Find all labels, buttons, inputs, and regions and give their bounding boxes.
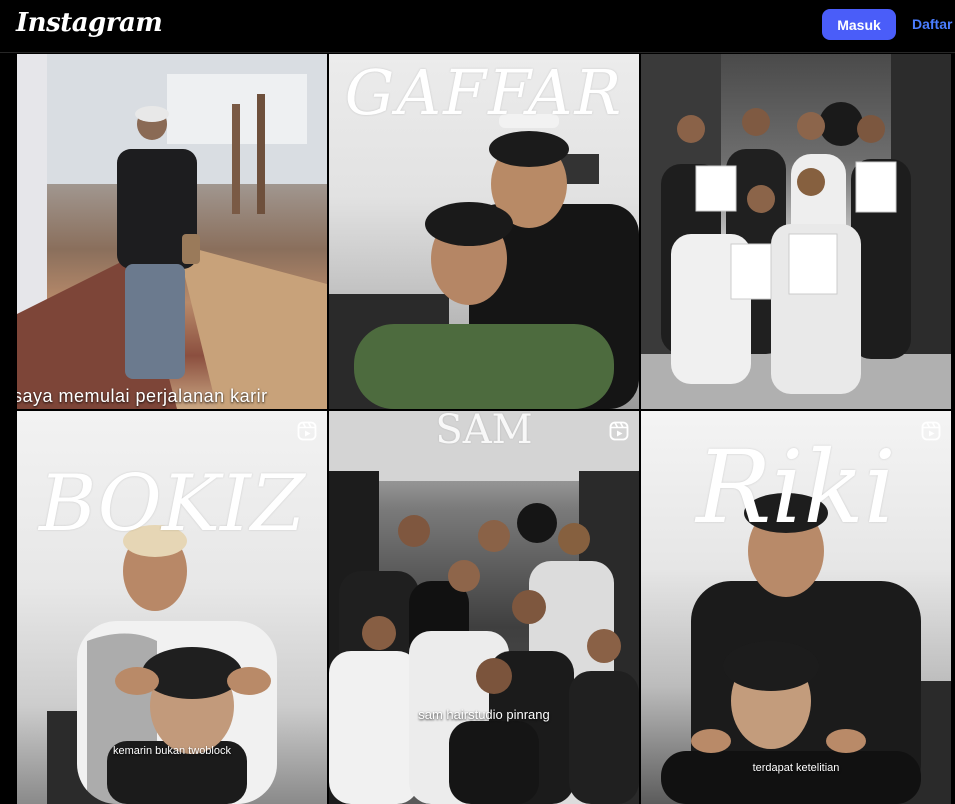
signup-link[interactable]: Daftar [912,9,952,40]
reel-icon [297,421,317,441]
instagram-logo[interactable]: Instagram [16,8,163,38]
reel-icon [921,421,941,441]
post-tile[interactable]: Riki terdapat ketelitian [641,411,951,804]
post-caption: kemarin bukan twoblock [112,745,231,757]
post-overlay-title: GAFFAR [344,56,624,129]
post-tile[interactable]: saya memulai perjalanan karir [17,54,327,409]
post-grid: saya memulai perjalanan karir GAFFAR BOK… [17,54,955,804]
post-caption: saya memulai perjalanan karir [17,386,268,406]
login-button[interactable]: Masuk [822,9,896,40]
post-caption: terdapat ketelitian [752,762,840,774]
post-overlay-title: SAM [435,411,533,453]
post-thumbnail [329,411,639,804]
post-tile[interactable] [641,54,951,409]
reel-icon [609,421,629,441]
post-tile[interactable]: SAM sam hairstudio pinrang [329,411,639,804]
post-thumbnail [17,54,327,409]
post-tile[interactable]: GAFFAR [329,54,639,409]
post-tile[interactable]: BOKIZ kemarin bukan twoblock [17,411,327,804]
top-navigation-bar: Instagram Masuk Daftar [0,0,955,53]
post-caption: sam hairstudio pinrang [418,707,550,722]
post-thumbnail [641,54,951,409]
post-overlay-title: BOKIZ [39,459,305,549]
post-overlay-title: Riki [696,429,896,546]
